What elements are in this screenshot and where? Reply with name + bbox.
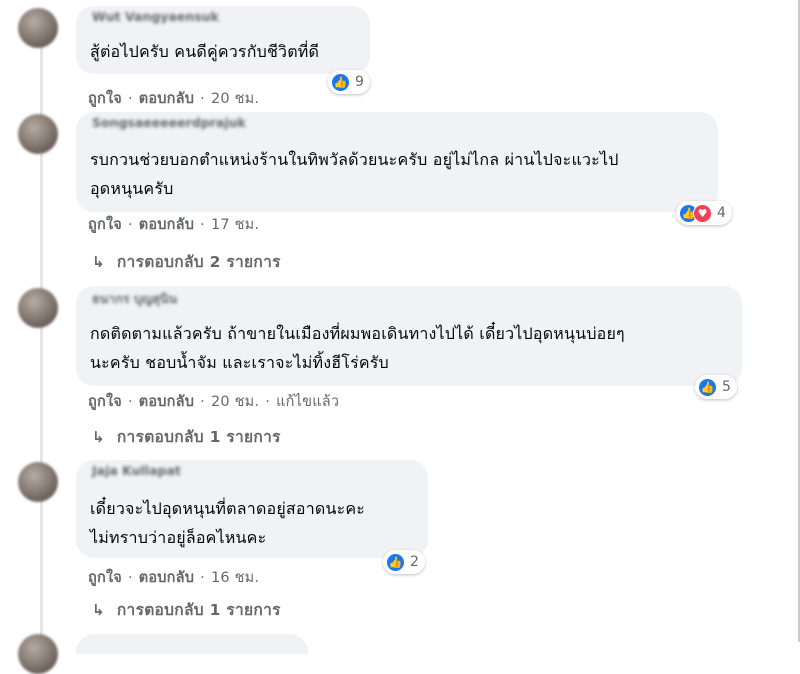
reply-button[interactable]: ตอบกลับ xyxy=(139,217,194,233)
comment: Songsaeeeeerdprajuk รบกวนช่วยบอกตำแหน่งร… xyxy=(0,110,760,280)
comment-bubble: Songsaeeeeerdprajuk รบกวนช่วยบอกตำแหน่งร… xyxy=(76,112,718,212)
reaction-summary[interactable]: 👍 2 xyxy=(383,550,425,574)
view-replies-link[interactable]: ↳ การตอบกลับ 2 รายการ xyxy=(92,249,281,274)
reaction-summary[interactable]: 👍 5 xyxy=(695,375,737,399)
reply-arrow-icon: ↳ xyxy=(92,428,105,446)
like-reaction-icon: 👍 xyxy=(331,72,350,92)
comment-text: เดี๋ยวจะไปอุดหนุนที่ตลาดอยู่สอาดนะคะ ไม่… xyxy=(90,494,365,552)
comment-actions: ถูกใจ · ตอบกลับ · 20 ชม. · แก้ไขแล้ว xyxy=(88,390,339,413)
comment-text-line: รบกวนช่วยบอกตำแหน่งร้านในทิพวัลด้วยนะครั… xyxy=(90,150,619,169)
comment-author[interactable]: Jaja Kullapat xyxy=(92,463,181,478)
edited-label[interactable]: แก้ไขแล้ว xyxy=(276,394,339,410)
comment-author[interactable]: ธนากร บุญสุนิน xyxy=(92,289,177,309)
comment-text: สู้ต่อไปครับ คนดีคู่ควรกับชีวิตที่ดี xyxy=(90,37,319,66)
separator: · xyxy=(127,394,133,410)
avatar[interactable] xyxy=(18,114,58,154)
comment-author[interactable]: Songsaeeeeerdprajuk xyxy=(92,115,246,130)
comment: ธนากร บุญสุนิน กดติดตามแล้วครับ ถ้าขายใน… xyxy=(0,280,760,450)
like-button[interactable]: ถูกใจ xyxy=(88,91,122,107)
avatar[interactable] xyxy=(18,8,58,48)
reply-arrow-icon: ↳ xyxy=(92,601,105,619)
avatar[interactable] xyxy=(18,634,58,674)
separator: · xyxy=(127,570,133,586)
comment-bubble: Wut Vangyaensuk สู้ต่อไปครับ คนดีคู่ควรก… xyxy=(76,6,370,74)
separator: · xyxy=(200,217,205,233)
comment: Wut Vangyaensuk สู้ต่อไปครับ คนดีคู่ควรก… xyxy=(0,0,760,110)
separator: · xyxy=(265,394,271,410)
comment-text: รบกวนช่วยบอกตำแหน่งร้านในทิพวัลด้วยนะครั… xyxy=(90,145,619,203)
separator: · xyxy=(200,91,205,107)
like-button[interactable]: ถูกใจ xyxy=(88,570,122,586)
comment-text-line: กดติดตามแล้วครับ ถ้าขายในเมืองที่ผมพอเดิ… xyxy=(90,324,625,343)
comment-bubble-partial xyxy=(76,634,308,654)
comment-actions: ถูกใจ · ตอบกลับ · 17 ชม. xyxy=(88,213,259,236)
view-replies-link[interactable]: ↳ การตอบกลับ 1 รายการ xyxy=(92,597,281,622)
separator: · xyxy=(200,394,205,410)
reaction-count: 2 xyxy=(410,554,419,570)
comment-text-line: ไม่ทราบว่าอยู่ล็อคไหนคะ xyxy=(90,528,267,547)
comment-text-line: นะครับ ชอบน้ำจัม และเราจะไม่ทิ้งฮีโร่ครั… xyxy=(90,353,389,372)
comment-timestamp[interactable]: 20 ชม. xyxy=(211,91,259,107)
avatar[interactable] xyxy=(18,288,58,328)
comment-bubble: Jaja Kullapat เดี๋ยวจะไปอุดหนุนที่ตลาดอย… xyxy=(76,460,428,558)
comment-timestamp[interactable]: 20 ชม. xyxy=(211,394,259,410)
separator: · xyxy=(127,217,133,233)
reaction-count: 5 xyxy=(722,379,731,395)
comment-author[interactable]: Wut Vangyaensuk xyxy=(92,9,219,24)
reply-arrow-icon: ↳ xyxy=(92,253,105,271)
comment-text-line: สู้ต่อไปครับ คนดีคู่ควรกับชีวิตที่ดี xyxy=(90,42,320,61)
like-button[interactable]: ถูกใจ xyxy=(88,394,122,410)
comment-text-line: เดี๋ยวจะไปอุดหนุนที่ตลาดอยู่สอาดนะคะ xyxy=(90,499,366,518)
comment-timestamp[interactable]: 16 ชม. xyxy=(211,570,259,586)
comment-actions: ถูกใจ · ตอบกลับ · 20 ชม. xyxy=(88,87,259,110)
view-replies-label: การตอบกลับ 1 รายการ xyxy=(116,428,281,446)
reply-button[interactable]: ตอบกลับ xyxy=(139,394,194,410)
separator: · xyxy=(200,570,205,586)
view-replies-label: การตอบกลับ 1 รายการ xyxy=(116,601,281,619)
comment-text-line: อุดหนุนครับ xyxy=(90,179,174,198)
like-button[interactable]: ถูกใจ xyxy=(88,217,122,233)
view-replies-label: การตอบกลับ 2 รายการ xyxy=(116,253,281,271)
reply-button[interactable]: ตอบกลับ xyxy=(139,91,194,107)
separator: · xyxy=(127,91,133,107)
avatar[interactable] xyxy=(18,462,58,502)
reaction-summary[interactable]: 👍 9 xyxy=(328,70,370,94)
view-replies-link[interactable]: ↳ การตอบกลับ 1 รายการ xyxy=(92,424,281,449)
comment-bubble: ธนากร บุญสุนิน กดติดตามแล้วครับ ถ้าขายใน… xyxy=(76,286,742,386)
comment: Jaja Kullapat เดี๋ยวจะไปอุดหนุนที่ตลาดอย… xyxy=(0,450,760,620)
love-reaction-icon: ♥ xyxy=(693,203,712,223)
comment-timestamp[interactable]: 17 ชม. xyxy=(211,217,259,233)
like-reaction-icon: 👍 xyxy=(386,552,405,572)
comment-text: กดติดตามแล้วครับ ถ้าขายในเมืองที่ผมพอเดิ… xyxy=(90,319,625,377)
like-reaction-icon: 👍 xyxy=(698,377,717,397)
reaction-count: 4 xyxy=(717,205,726,221)
comment-actions: ถูกใจ · ตอบกลับ · 16 ชม. xyxy=(88,566,259,589)
reaction-count: 9 xyxy=(355,74,364,90)
reaction-summary[interactable]: 👍 ♥ 4 xyxy=(676,201,732,225)
reply-button[interactable]: ตอบกลับ xyxy=(139,570,194,586)
